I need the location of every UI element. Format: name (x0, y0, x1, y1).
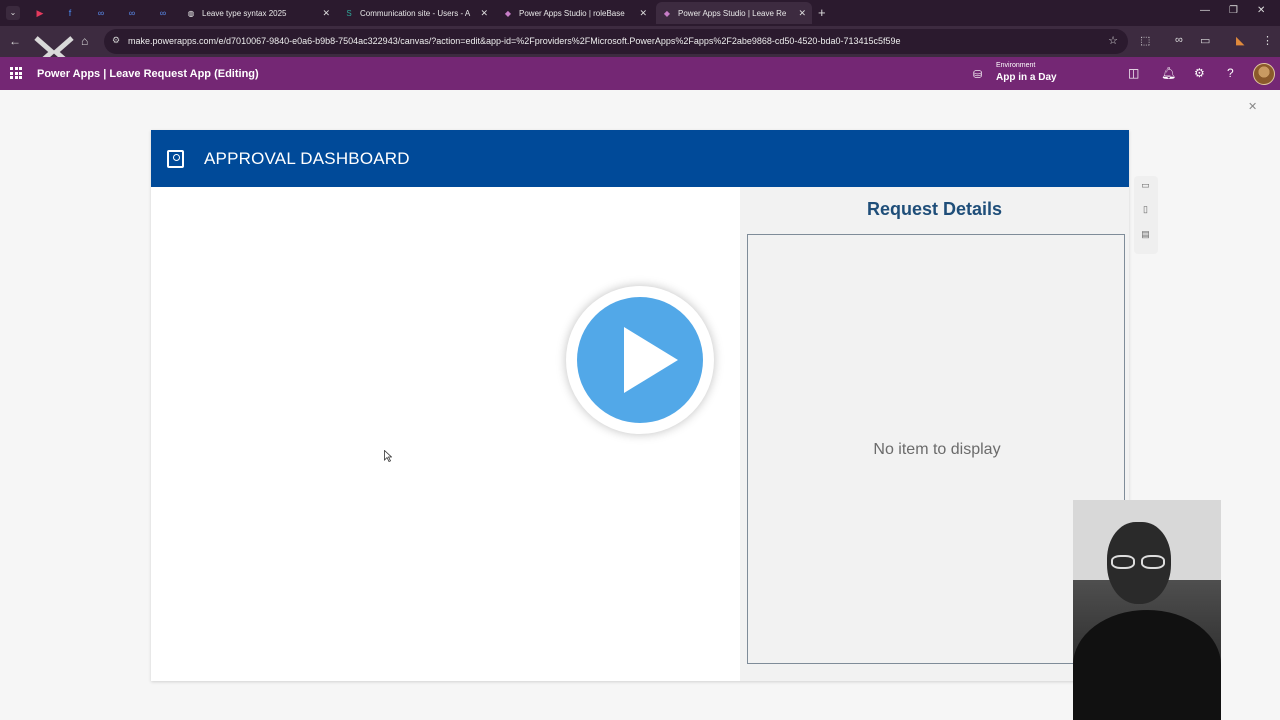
settings-gear-icon[interactable]: ⚙ (1194, 66, 1205, 80)
powerapps-header: Power Apps | Leave Request App (Editing)… (0, 57, 1280, 90)
close-tab-icon[interactable]: ✕ (639, 8, 647, 19)
tab-label: Leave type syntax 2025 (202, 8, 287, 18)
new-tab-button[interactable]: + (818, 5, 826, 20)
powerapps-icon: ◆ (504, 8, 512, 18)
tab-label: Communication site - Users - A (360, 8, 471, 18)
address-bar[interactable]: ⚙ make.powerapps.com/e/d7010067-9840-e0a… (104, 29, 1128, 54)
close-tab-icon[interactable]: ✕ (798, 8, 806, 19)
home-icon[interactable]: ⌂ (81, 34, 88, 48)
app-launcher-icon[interactable] (10, 67, 22, 79)
back-arrow-icon[interactable]: ← (9, 34, 21, 48)
tab-powerapps-leave-request[interactable]: ◆ Power Apps Studio | Leave Re ✕ (656, 2, 812, 24)
request-details-title: Request Details (866, 199, 1003, 219)
tab-leave-type-syntax[interactable]: ◍ Leave type syntax 2025 ✕ (180, 2, 336, 24)
dashboard-banner: APPROVAL DASHBOARD (151, 130, 1129, 187)
close-tab-icon[interactable]: ✕ (322, 8, 330, 19)
environment-icon: ⛁ (973, 69, 983, 81)
close-tab-icon[interactable]: ✕ (480, 8, 488, 19)
link-icon[interactable]: ∞ (1175, 34, 1183, 46)
webcam-overlay (1073, 500, 1221, 720)
meta-pinned-tab-icon-3[interactable]: ∞ (156, 6, 170, 20)
powerapps-icon: ◆ (663, 8, 671, 18)
restore-icon[interactable]: ❐ (1229, 5, 1238, 16)
help-icon[interactable]: ? (1227, 66, 1234, 80)
phone-icon[interactable]: ▯ (1140, 204, 1151, 214)
video-play-button[interactable] (566, 286, 714, 434)
globe-icon: ◍ (187, 8, 195, 18)
facebook-pinned-tab-icon[interactable]: f (63, 6, 77, 20)
bookmark-star-icon[interactable]: ☆ (1108, 34, 1118, 47)
minimize-icon[interactable]: — (1200, 5, 1210, 16)
browser-tab-bar: ⌄ ▶ f ∞ ∞ ∞ ◍ Leave type syntax 2025 ✕ S… (0, 0, 1280, 26)
environment-label: Environment (996, 62, 1036, 69)
requests-gallery[interactable] (151, 187, 740, 681)
window-close-icon[interactable]: ✕ (1257, 5, 1265, 16)
app-title: Power Apps | Leave Request App (Editing) (37, 68, 259, 80)
tab-label: Power Apps Studio | roleBase (519, 8, 625, 18)
meta-pinned-tab-icon[interactable]: ∞ (94, 6, 108, 20)
contact-card-icon (167, 150, 184, 168)
copilot-icon[interactable]: ◫ (1128, 66, 1139, 80)
tab-powerapps-rolebase[interactable]: ◆ Power Apps Studio | roleBase ✕ (497, 2, 653, 24)
play-icon (577, 297, 703, 423)
request-details-panel: Request Details No item to display (740, 187, 1129, 681)
environment-name[interactable]: App in a Day (996, 72, 1057, 83)
site-info-icon[interactable]: ⚙ (112, 35, 122, 45)
tab-search-menu-button[interactable]: ⌄ (6, 6, 20, 20)
request-details-form[interactable]: No item to display (747, 234, 1125, 664)
close-panel-icon[interactable]: ✕ (1248, 100, 1257, 113)
url-text: make.powerapps.com/e/d7010067-9840-e0a6-… (128, 36, 901, 46)
browser-toolbar: ← ⌂ ⚙ make.powerapps.com/e/d7010067-9840… (0, 26, 1280, 57)
user-avatar[interactable] (1253, 63, 1275, 85)
screen-icon[interactable]: ▭ (1140, 180, 1151, 190)
tablet-icon[interactable]: ▤ (1140, 229, 1151, 239)
youtube-pinned-tab-icon[interactable]: ▶ (33, 6, 47, 20)
profile-extension-icon[interactable]: ◣ (1236, 34, 1244, 47)
notifications-bell-icon[interactable]: 🔔︎ (1161, 66, 1176, 80)
dashboard-title: APPROVAL DASHBOARD (204, 149, 410, 168)
meta-pinned-tab-icon-2[interactable]: ∞ (125, 6, 139, 20)
extensions-icon[interactable]: ⬚ (1140, 34, 1150, 47)
mouse-cursor-icon (384, 450, 392, 462)
browser-menu-icon[interactable]: ⋮ (1262, 34, 1273, 47)
tab-label: Power Apps Studio | Leave Re (678, 8, 787, 18)
card-icon[interactable]: ▭ (1200, 34, 1210, 47)
canvas-side-toolbar: ▭ ▯ ▤ (1134, 176, 1158, 254)
empty-state-message: No item to display (873, 441, 1001, 458)
tab-communication-site[interactable]: S Communication site - Users - A ✕ (338, 2, 494, 24)
sharepoint-icon: S (346, 8, 352, 18)
